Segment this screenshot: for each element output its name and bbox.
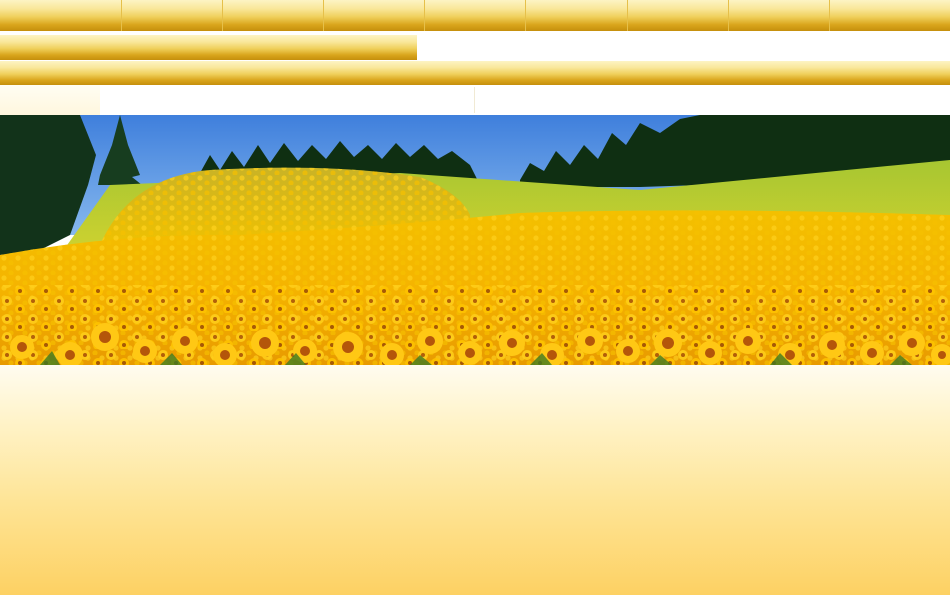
nav-tab-9[interactable] — [830, 0, 950, 31]
nav-tab-1[interactable] — [0, 0, 122, 31]
info-strip-divider — [474, 87, 475, 113]
info-strip-middle-cell — [100, 85, 474, 115]
info-strip — [0, 85, 950, 115]
nav-tab-6[interactable] — [526, 0, 628, 31]
nav-tab-4[interactable] — [324, 0, 425, 31]
nav-tab-7[interactable] — [628, 0, 729, 31]
content-area — [0, 365, 950, 595]
section-header-bar — [0, 61, 950, 85]
nav-tab-5[interactable] — [425, 0, 526, 31]
info-strip-left-cell — [0, 85, 100, 115]
sub-header-banner — [0, 35, 417, 60]
nav-tab-8[interactable] — [729, 0, 830, 31]
sunflower-field-hero-image — [0, 115, 950, 365]
top-navigation-bar — [0, 0, 950, 31]
nav-tab-2[interactable] — [122, 0, 223, 31]
nav-tab-3[interactable] — [223, 0, 324, 31]
